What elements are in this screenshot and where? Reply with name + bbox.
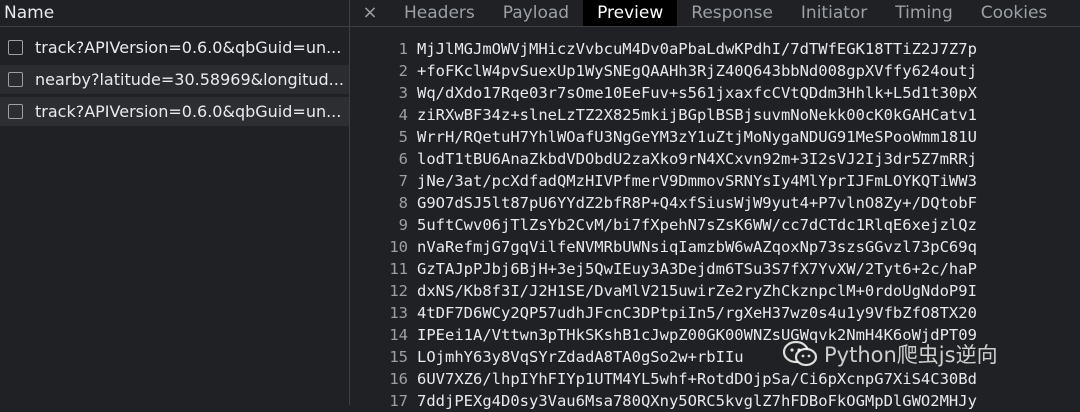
tab-initiator[interactable]: Initiator: [787, 0, 881, 26]
details-tabbar: × Headers Payload Preview Response Initi…: [350, 0, 1080, 27]
code-line: 6 lodT1tBU6AnaZkbdVDObdU2zaXko9rN4XCxvn92…: [350, 148, 1080, 170]
request-row[interactable]: track?APIVersion=0.6.0&qbGuid=un...: [0, 97, 349, 126]
tab-payload[interactable]: Payload: [489, 0, 583, 26]
requests-panel: Name track?APIVersion=0.6.0&qbGuid=un...…: [0, 0, 350, 405]
code-text: Wq/dXdo17Rqe03r7sOme10EeFuv+s561jxaxfcCV…: [417, 84, 977, 102]
code-line: 10 nVaRefmjG7gqVilfeNVMRbUWNsiqIamzbW6wAZ…: [350, 236, 1080, 258]
tab-timing[interactable]: Timing: [881, 0, 966, 26]
code-line: 9 5uftCwv06jTlZsYb2CvM/bi7fXpehN7sZsK6WW/…: [350, 214, 1080, 236]
code-line: 15 LOjmhY63y8VqSYrZdadA8TA0gSo2w+rbIIu: [350, 346, 1080, 368]
line-number: 11: [389, 260, 408, 278]
preview-code-view[interactable]: 1 MjJlMGJmOWVjMHiczVvbcuM4Dv0aPbaLdwKPdhI…: [350, 38, 1080, 412]
line-number: 14: [389, 326, 408, 344]
code-line: 17 7ddjPEXg4D0sy3Vau6Msa780QXny5ORC5kvglZ…: [350, 390, 1080, 412]
line-number: 10: [389, 238, 408, 256]
code-text: LOjmhY63y8VqSYrZdadA8TA0gSo2w+rbIIu: [417, 348, 744, 366]
request-row[interactable]: nearby?latitude=30.58969&longitud...: [0, 65, 349, 94]
line-number: 17: [389, 392, 408, 410]
code-line: 13 4tDF7D6WCy2QP57udhJFcnC3DPtpiIn5/rgXeH…: [350, 302, 1080, 324]
code-text: lodT1tBU6AnaZkbdVDObdU2zaXko9rN4XCxvn92m…: [417, 150, 977, 168]
code-line: 2 +foFKclW4pvSuexUp1WySNEgQAAHh3RjZ40Q643…: [350, 60, 1080, 82]
line-number: 7: [398, 172, 408, 190]
code-text: +foFKclW4pvSuexUp1WySNEgQAAHh3RjZ40Q643b…: [417, 62, 977, 80]
code-text: GzTAJpPJbj6BjH+3ej5QwIEuy3A3Dejdm6TSu3S7…: [417, 260, 977, 278]
code-line: 8 G9O7dSJ5lt87pU6YYdZ2bfR8P+Q4xfSiusWjW9y…: [350, 192, 1080, 214]
code-text: WrrH/RQetuH7YhlWOafU3NgGeYM3zY1uZtjMoNyg…: [417, 128, 977, 146]
line-number: 2: [398, 62, 408, 80]
line-number: 5: [398, 128, 408, 146]
code-line: 14 IPEei1A/Vttwn3pTHkSKshB1cJwpZ00GK00WNZ…: [350, 324, 1080, 346]
code-line: 3 Wq/dXdo17Rqe03r7sOme10EeFuv+s561jxaxfcC…: [350, 82, 1080, 104]
line-number: 9: [398, 216, 408, 234]
code-text: MjJlMGJmOWVjMHiczVvbcuM4Dv0aPbaLdwKPdhI/…: [417, 40, 977, 58]
name-column-header[interactable]: Name: [0, 0, 349, 27]
code-line: 4 ziRXwBF34z+slneLzTZ2X825mkijBGplBSBjsuv…: [350, 104, 1080, 126]
name-header-label: Name: [4, 3, 55, 23]
code-line: 1 MjJlMGJmOWVjMHiczVvbcuM4Dv0aPbaLdwKPdhI…: [350, 38, 1080, 60]
code-line: 5 WrrH/RQetuH7YhlWOafU3NgGeYM3zY1uZtjMoNy…: [350, 126, 1080, 148]
code-text: 5uftCwv06jTlZsYb2CvM/bi7fXpehN7sZsK6WW/c…: [417, 216, 977, 234]
line-number: 4: [398, 106, 408, 124]
code-text: 6UV7XZ6/lhpIYhFIYp1UTM4YL5whf+RotdDOjpSa…: [417, 370, 977, 388]
request-row[interactable]: track?APIVersion=0.6.0&qbGuid=un...: [0, 33, 349, 62]
code-text: nVaRefmjG7gqVilfeNVMRbUWNsiqIamzbW6wAZqo…: [417, 238, 977, 256]
code-line: 12 dxNS/Kb8f3I/J2H1SE/DvaMlV215uwirZe2ryZ…: [350, 280, 1080, 302]
code-text: jNe/3at/pcXdfadQMzHIVPfmerV9DmmovSRNYsIy…: [417, 172, 977, 190]
line-number: 13: [389, 304, 408, 322]
code-line: 7 jNe/3at/pcXdfadQMzHIVPfmerV9DmmovSRNYsI…: [350, 170, 1080, 192]
tab-headers[interactable]: Headers: [390, 0, 489, 26]
line-number: 12: [389, 282, 408, 300]
code-line: 16 6UV7XZ6/lhpIYhFIYp1UTM4YL5whf+RotdDOjp…: [350, 368, 1080, 390]
request-name: track?APIVersion=0.6.0&qbGuid=un...: [35, 102, 342, 121]
details-panel: × Headers Payload Preview Response Initi…: [350, 0, 1080, 410]
close-icon[interactable]: ×: [350, 0, 390, 26]
tab-cookies[interactable]: Cookies: [967, 0, 1062, 26]
code-text: dxNS/Kb8f3I/J2H1SE/DvaMlV215uwirZe2ryZhC…: [417, 282, 977, 300]
line-number: 8: [398, 194, 408, 212]
request-checkbox[interactable]: [8, 40, 23, 55]
line-number: 16: [389, 370, 408, 388]
request-name: nearby?latitude=30.58969&longitud...: [35, 70, 344, 89]
tab-response[interactable]: Response: [677, 0, 787, 26]
line-number: 15: [389, 348, 408, 366]
code-text: 7ddjPEXg4D0sy3Vau6Msa780QXny5ORC5kvglZ7h…: [417, 392, 977, 410]
request-name: track?APIVersion=0.6.0&qbGuid=un...: [35, 38, 342, 57]
code-text: IPEei1A/Vttwn3pTHkSKshB1cJwpZ00GK00WNZsU…: [417, 326, 977, 344]
line-number: 1: [398, 40, 408, 58]
request-checkbox[interactable]: [8, 104, 23, 119]
line-number: 6: [398, 150, 408, 168]
code-line: 11 GzTAJpPJbj6BjH+3ej5QwIEuy3A3Dejdm6TSu3…: [350, 258, 1080, 280]
code-text: G9O7dSJ5lt87pU6YYdZ2bfR8P+Q4xfSiusWjW9yu…: [417, 194, 977, 212]
line-number: 3: [398, 84, 408, 102]
code-text: 4tDF7D6WCy2QP57udhJFcnC3DPtpiIn5/rgXeH37…: [417, 304, 977, 322]
request-list: track?APIVersion=0.6.0&qbGuid=un... near…: [0, 33, 349, 129]
code-text: ziRXwBF34z+slneLzTZ2X825mkijBGplBSBjsuvm…: [417, 106, 977, 124]
request-checkbox[interactable]: [8, 72, 23, 87]
tab-preview[interactable]: Preview: [583, 0, 678, 26]
